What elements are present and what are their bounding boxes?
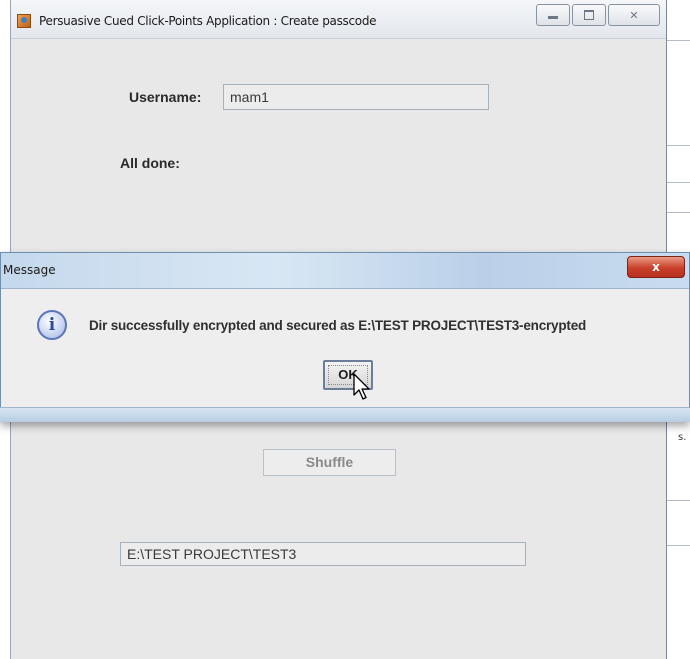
java-app-icon <box>17 14 31 28</box>
edge-divider <box>667 40 690 41</box>
close-icon: ✕ <box>629 8 639 22</box>
pointer-cursor-icon <box>353 373 370 400</box>
path-field[interactable]: E:\TEST PROJECT\TEST3 <box>120 542 526 566</box>
maximize-icon <box>584 10 594 20</box>
username-label: Username: <box>129 89 202 105</box>
window-title: Persuasive Cued Click-Points Application… <box>39 14 377 28</box>
dialog-titlebar[interactable]: Message x <box>1 253 689 289</box>
dialog-close-button[interactable]: x <box>627 256 685 278</box>
dialog-bottom-border <box>0 407 690 422</box>
minimize-button[interactable] <box>536 4 570 26</box>
main-titlebar[interactable]: Persuasive Cued Click-Points Application… <box>11 0 666 39</box>
minimize-icon <box>548 15 558 19</box>
edge-divider <box>667 145 690 146</box>
close-button[interactable]: ✕ <box>608 4 660 26</box>
adjacent-window-text: s. <box>678 432 687 443</box>
shuffle-button[interactable]: Shuffle <box>263 449 396 476</box>
dialog-message: Dir successfully encrypted and secured a… <box>89 318 587 333</box>
all-done-label: All done: <box>120 155 180 171</box>
username-field[interactable]: mam1 <box>223 84 489 110</box>
edge-divider <box>667 500 690 501</box>
maximize-button[interactable] <box>572 4 606 26</box>
dialog-title: Message <box>3 263 56 277</box>
close-icon: x <box>652 260 660 274</box>
window-controls: ✕ <box>536 4 660 26</box>
edge-divider <box>667 545 690 546</box>
dialog-body <box>1 289 689 415</box>
edge-divider <box>667 182 690 183</box>
message-dialog: Message x <box>0 252 690 422</box>
info-icon: i <box>37 310 67 340</box>
edge-divider <box>667 212 690 213</box>
